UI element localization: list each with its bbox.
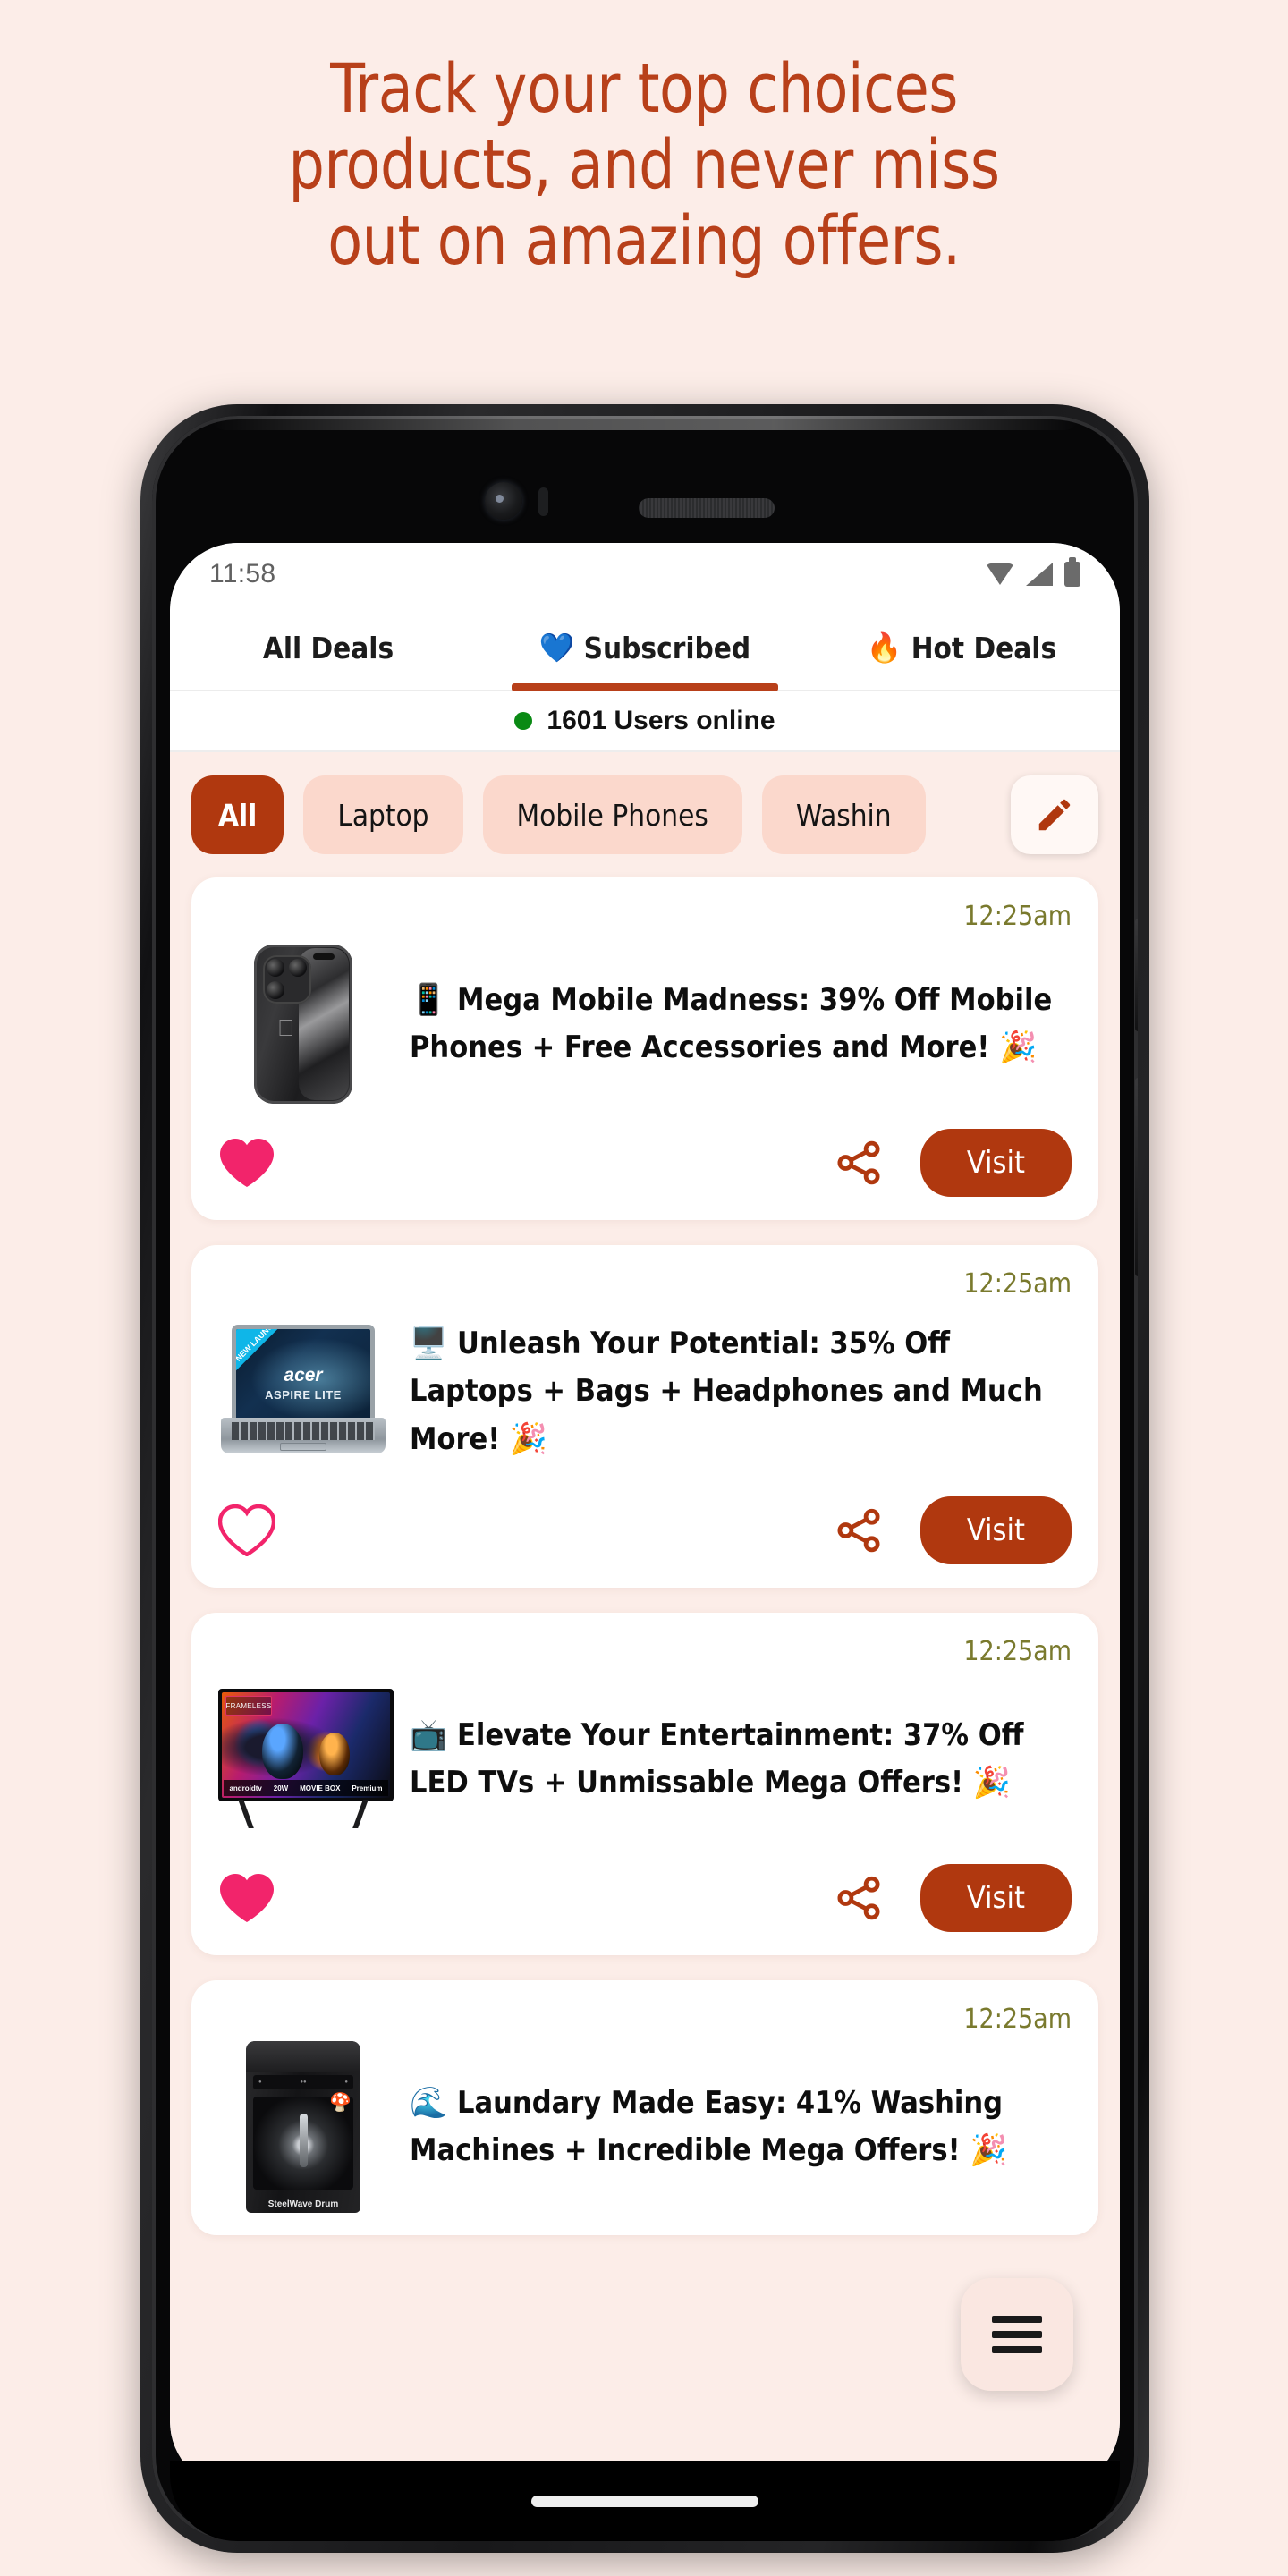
chip-all-label: All xyxy=(218,797,258,833)
power-button[interactable] xyxy=(1135,1078,1138,1276)
chip-laptop[interactable]: Laptop xyxy=(303,775,463,854)
favorite-heart-icon[interactable] xyxy=(218,1137,275,1189)
status-bar-clock: 11:58 xyxy=(209,559,276,589)
wifi-icon xyxy=(986,564,1014,585)
phone-screen: 11:58 All Deals 💙 Subscribed 🔥 Hot Deals… xyxy=(170,543,1120,2489)
chip-washing-machines[interactable]: Washin xyxy=(761,775,926,854)
navigation-bar xyxy=(170,2461,1120,2541)
favorite-heart-icon[interactable] xyxy=(218,1872,275,1924)
deal-title: 📱 Mega Mobile Madness: 39% Off Mobile Ph… xyxy=(410,977,1072,1072)
tab-all-deals-label: All Deals xyxy=(262,630,394,665)
deal-emoji-icon: 📺 xyxy=(410,1716,448,1753)
chip-mobile-phones-label: Mobile Phones xyxy=(516,797,708,833)
deal-title-text: Unleash Your Potential: 35% Off Laptops … xyxy=(410,1326,1043,1457)
deal-title-text: Elevate Your Entertainment: 37% Off LED … xyxy=(410,1716,1024,1801)
chip-all[interactable]: All xyxy=(191,775,284,854)
volume-button[interactable] xyxy=(1135,919,1138,1031)
tab-hot-deals[interactable]: 🔥 Hot Deals xyxy=(803,606,1120,690)
deal-product-image:  xyxy=(218,939,388,1109)
tv-feature-1: androidtv xyxy=(229,1784,262,1792)
deal-timestamp: 12:25am xyxy=(963,2004,1072,2035)
earpiece-speaker xyxy=(639,498,775,518)
share-icon[interactable] xyxy=(835,1873,883,1923)
bezel-glare xyxy=(211,416,1079,430)
page-title: Track your top choices products, and nev… xyxy=(45,50,1242,278)
deal-title: 🖥️ Unleash Your Potential: 35% Off Lapto… xyxy=(410,1320,1072,1462)
tab-all-deals[interactable]: All Deals xyxy=(170,606,487,690)
tab-subscribed-label: Subscribed xyxy=(583,630,751,665)
category-filter-row[interactable]: All Laptop Mobile Phones Washin xyxy=(170,752,1120,877)
floating-menu-button[interactable] xyxy=(961,2278,1073,2391)
users-online-bar: 1601 Users online xyxy=(170,691,1120,752)
headline-line-1: Track your top choices xyxy=(330,48,958,128)
headline-line-2: products, and never miss xyxy=(288,124,1000,205)
phone-mockup: 11:58 All Deals 💙 Subscribed 🔥 Hot Deals… xyxy=(140,404,1149,2553)
deal-emoji-icon: 🌊 xyxy=(410,2084,448,2121)
online-status-dot-icon xyxy=(514,712,533,730)
deal-card[interactable]: 12:25am ● ●● ● 🍄 SteelWave Drum 🌊 Launda… xyxy=(191,1980,1098,2235)
laptop-brand-label: acer xyxy=(284,1365,323,1385)
deal-title-text: Mega Mobile Madness: 39% Off Mobile Phon… xyxy=(410,981,1053,1065)
tab-bar: All Deals 💙 Subscribed 🔥 Hot Deals xyxy=(170,606,1120,691)
front-camera-icon xyxy=(485,482,522,520)
share-icon[interactable] xyxy=(835,1138,883,1188)
phone-bezel: 11:58 All Deals 💙 Subscribed 🔥 Hot Deals… xyxy=(152,416,1138,2541)
headline-line-3: out on amazing offers. xyxy=(327,200,961,281)
promo-screenshot: Track your top choices products, and nev… xyxy=(0,0,1288,2576)
chip-laptop-label: Laptop xyxy=(337,797,429,833)
status-bar-icons xyxy=(986,557,1080,587)
chip-mobile-phones[interactable]: Mobile Phones xyxy=(482,775,742,854)
share-icon[interactable] xyxy=(835,1505,883,1555)
proximity-sensor-icon xyxy=(538,487,548,516)
chip-washing-machines-label: Washin xyxy=(795,797,892,833)
users-online-label: 1601 Users online xyxy=(547,706,775,735)
laptop-model-label: ASPIRE LITE xyxy=(265,1388,342,1402)
deal-card[interactable]: 12:25am  xyxy=(191,877,1098,1220)
hamburger-menu-icon xyxy=(992,2308,1042,2361)
deal-product-image: ● ●● ● 🍄 SteelWave Drum xyxy=(218,2041,388,2213)
visit-button[interactable]: Visit xyxy=(919,1864,1072,1932)
deal-product-image: NEW LAUNCH acer ASPIRE LITE xyxy=(218,1307,388,1477)
visit-button[interactable]: Visit xyxy=(919,1129,1072,1197)
status-bar: 11:58 xyxy=(170,543,1120,606)
washer-model-label: SteelWave Drum xyxy=(267,2199,339,2209)
tv-feature-4: Premium xyxy=(352,1784,383,1792)
deals-list[interactable]: All Laptop Mobile Phones Washin 12:25am … xyxy=(170,752,1120,2489)
tab-hot-deals-label: Hot Deals xyxy=(911,630,1057,665)
tv-feature-3: MOVIE BOX xyxy=(300,1784,341,1792)
battery-icon xyxy=(1064,557,1080,587)
blue-heart-icon: 💙 xyxy=(538,631,575,665)
cellular-signal-icon xyxy=(1026,563,1053,586)
deal-timestamp: 12:25am xyxy=(963,1268,1072,1300)
fire-icon: 🔥 xyxy=(866,631,902,665)
deal-timestamp: 12:25am xyxy=(963,901,1072,932)
tv-feature-2: 20W xyxy=(273,1784,289,1792)
pencil-icon xyxy=(1038,799,1071,831)
deal-emoji-icon: 📱 xyxy=(410,981,448,1018)
deal-card[interactable]: 12:25am NEW LAUNCH acer ASPIRE LITE 🖥️ U… xyxy=(191,1245,1098,1588)
visit-button[interactable]: Visit xyxy=(919,1496,1072,1564)
deal-title: 📺 Elevate Your Entertainment: 37% Off LE… xyxy=(410,1712,1072,1807)
favorite-heart-icon[interactable] xyxy=(218,1504,275,1556)
deal-timestamp: 12:25am xyxy=(963,1636,1072,1667)
deal-title-text: Laundary Made Easy: 41% Washing Machines… xyxy=(410,2084,1008,2168)
home-indicator[interactable] xyxy=(531,2495,758,2507)
tab-subscribed[interactable]: 💙 Subscribed xyxy=(487,606,803,691)
deal-card[interactable]: 12:25am FRAMELESS androidtv 20W MOVIE BO… xyxy=(191,1613,1098,1955)
edit-categories-button[interactable] xyxy=(1011,775,1098,854)
deal-product-image: FRAMELESS androidtv 20W MOVIE BOX Premiu… xyxy=(218,1674,394,1844)
deal-emoji-icon: 🖥️ xyxy=(410,1326,448,1362)
tv-brand-label: FRAMELESS xyxy=(225,1696,272,1716)
deal-title: 🌊 Laundary Made Easy: 41% Washing Machin… xyxy=(410,2080,1072,2174)
